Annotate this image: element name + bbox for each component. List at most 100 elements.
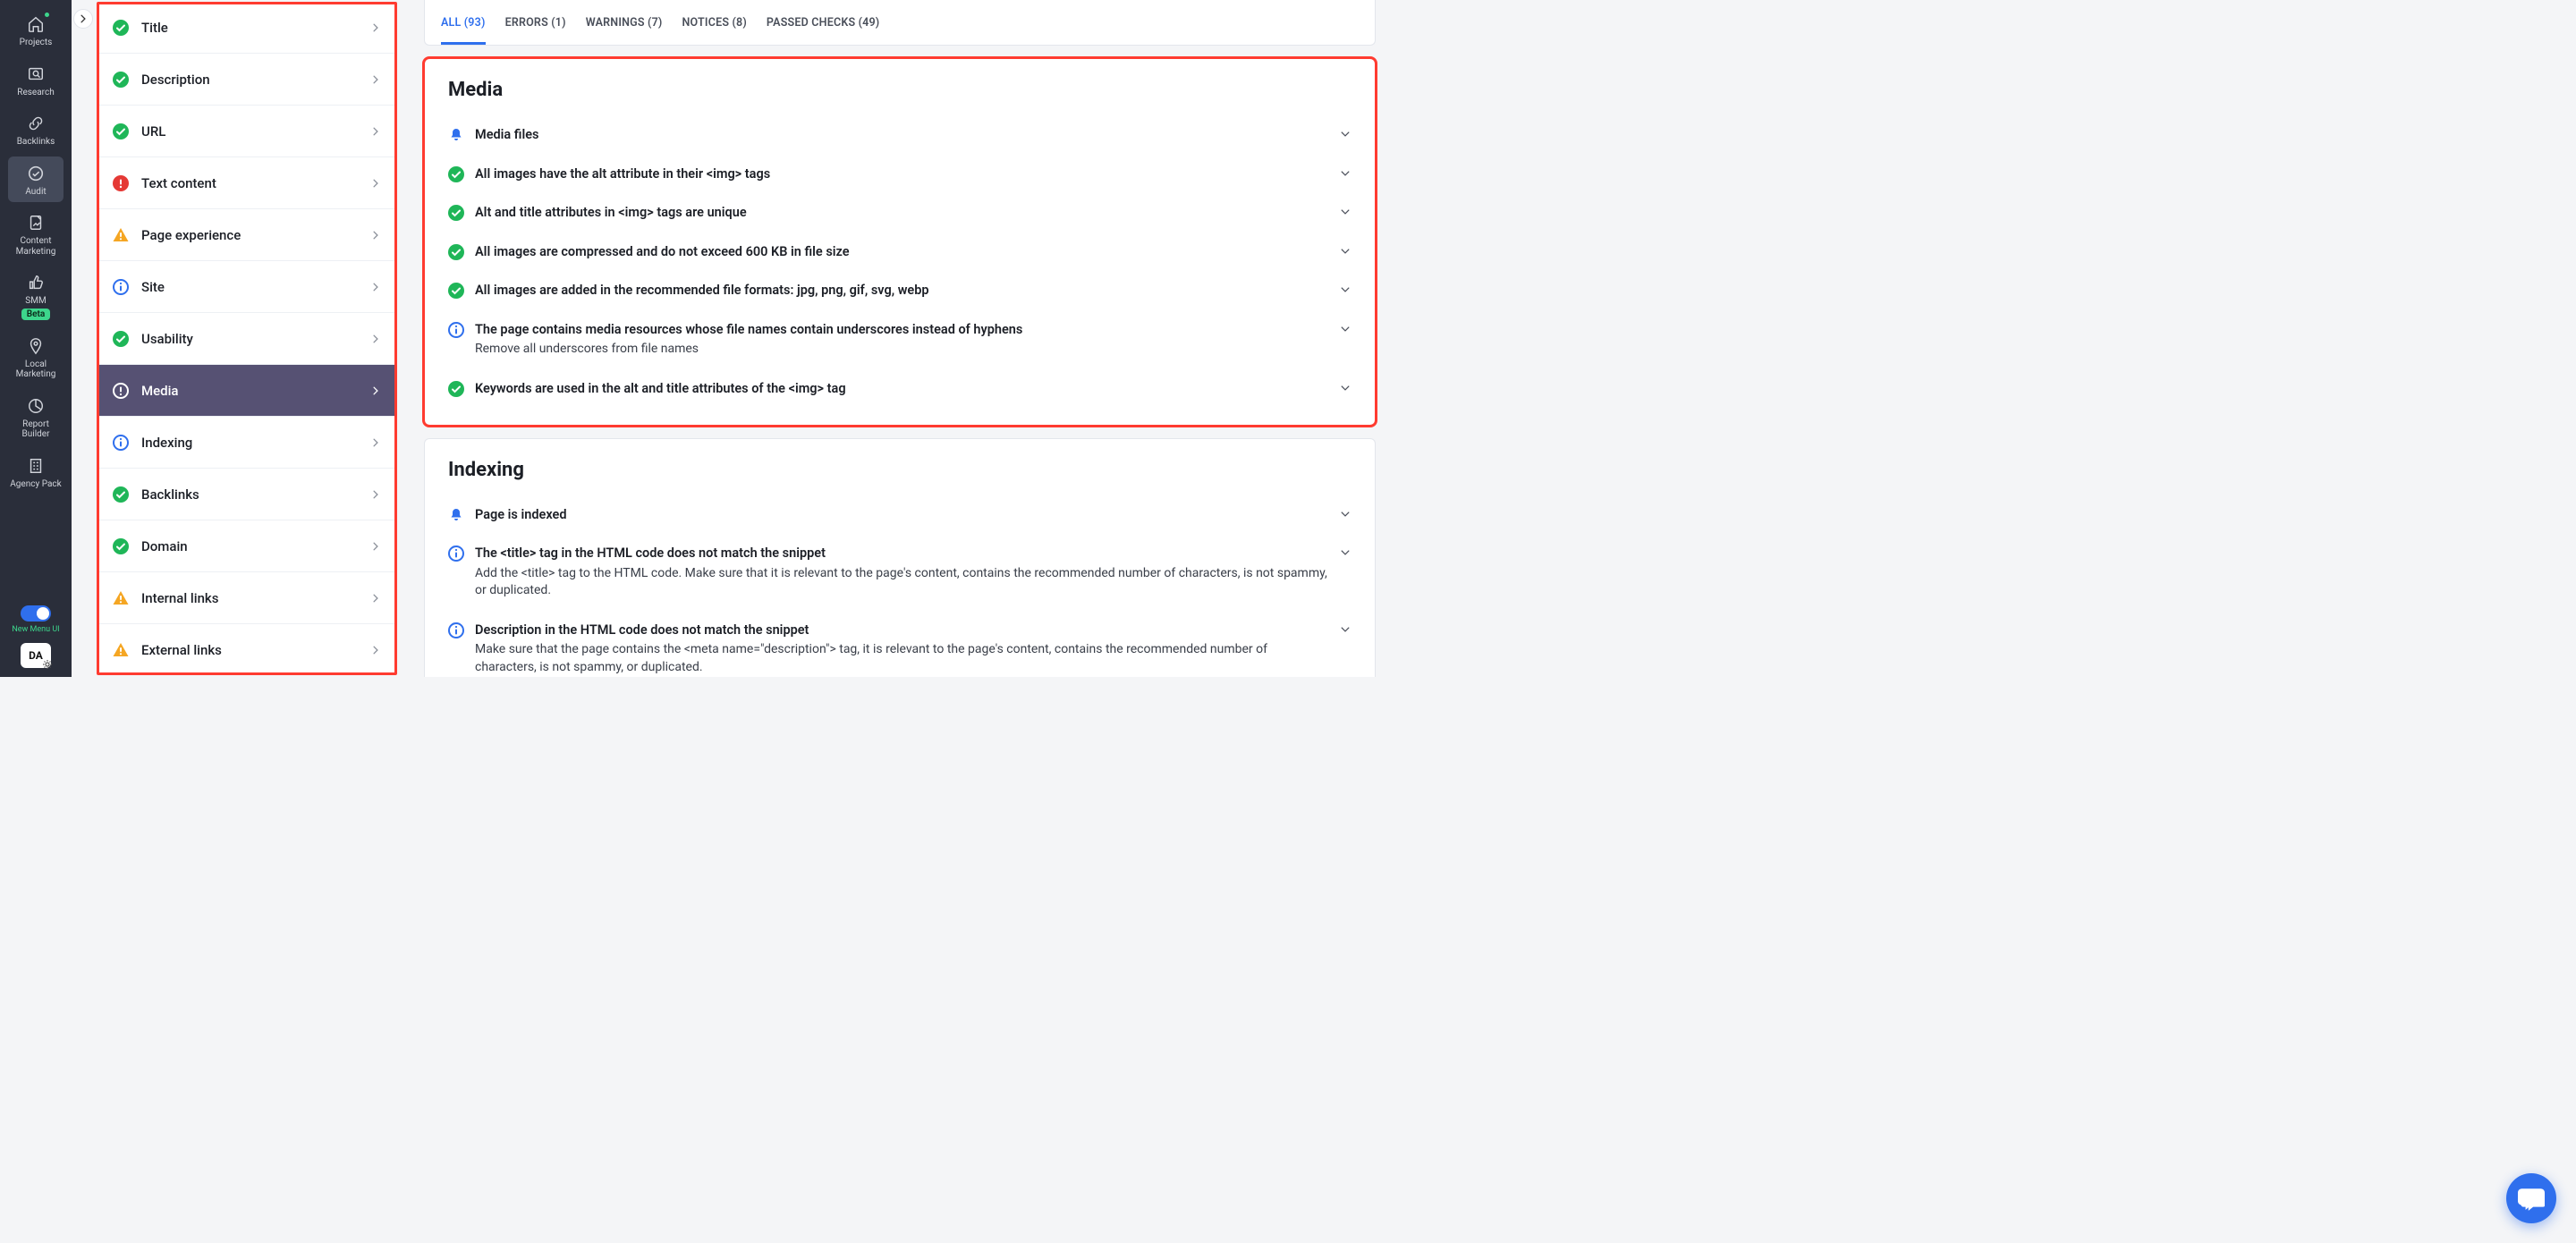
- check-row[interactable]: Page is indexed: [448, 495, 1352, 535]
- status-pass-icon: [448, 244, 464, 260]
- category-item-site[interactable]: Site: [97, 261, 396, 313]
- new-menu-toggle[interactable]: [21, 605, 51, 622]
- chevron-right-icon: [369, 644, 382, 656]
- nav-label: Report Builder: [10, 419, 62, 440]
- tab-warnings[interactable]: WARNINGS (7): [586, 0, 663, 45]
- nav-item-smm[interactable]: SMM Beta: [8, 266, 64, 326]
- check-title: The <title> tag in the HTML code does no…: [475, 545, 1332, 562]
- chevron-down-icon: [1339, 128, 1352, 140]
- nav-rail: Projects Research Backlinks Audit Content Ma…: [0, 0, 72, 677]
- new-menu-label: New Menu UI: [12, 625, 59, 634]
- chevron-right-icon: [369, 540, 382, 553]
- category-item-pagex[interactable]: Page experience: [97, 209, 396, 261]
- nav-label: Content Marketing: [10, 236, 62, 257]
- status-pass-icon: [448, 381, 464, 397]
- status-pass-icon: [448, 205, 464, 221]
- tabs-bar: ALL (93) ERRORS (1) WARNINGS (7) NOTICES (8…: [424, 0, 1376, 46]
- check-title: Media files: [475, 126, 1332, 144]
- category-item-media[interactable]: Media: [97, 365, 396, 417]
- check-row[interactable]: All images are compressed and do not exc…: [448, 233, 1352, 272]
- nav-item-backlinks[interactable]: Backlinks: [8, 106, 64, 153]
- check-title: Description in the HTML code does not ma…: [475, 622, 1332, 639]
- category-item-usability[interactable]: Usability: [97, 313, 396, 365]
- check-title: The page contains media resources whose …: [475, 321, 1332, 339]
- category-item-description[interactable]: Description: [97, 54, 396, 106]
- check-row[interactable]: The <title> tag in the HTML code does no…: [448, 534, 1352, 611]
- nav-item-content[interactable]: Content Marketing: [8, 206, 64, 262]
- category-item-url[interactable]: URL: [97, 106, 396, 157]
- category-item-sbacklinks[interactable]: Backlinks: [97, 469, 396, 520]
- category-label: Title: [141, 20, 369, 36]
- category-item-domain[interactable]: Domain: [97, 520, 396, 572]
- nav-item-report[interactable]: Report Builder: [8, 389, 64, 445]
- category-item-intlinks[interactable]: Internal links: [97, 572, 396, 624]
- gear-icon: [42, 659, 53, 670]
- category-item-extlinks[interactable]: External links: [97, 624, 396, 675]
- section-indexing: IndexingPage is indexedThe <title> tag i…: [424, 438, 1376, 677]
- sidebar-collapse-handle[interactable]: [73, 9, 93, 29]
- nav-item-projects[interactable]: Projects: [8, 7, 64, 54]
- beta-badge: Beta: [21, 309, 50, 320]
- check-row[interactable]: Alt and title attributes in <img> tags a…: [448, 193, 1352, 233]
- nav-item-local[interactable]: Local Marketing: [8, 329, 64, 385]
- status-warn-icon: [113, 227, 129, 243]
- status-pass-icon: [448, 283, 464, 299]
- report-icon: [26, 396, 46, 416]
- chevron-right-icon: [369, 21, 382, 34]
- audit-icon: [26, 164, 46, 183]
- status-notice-icon: [448, 622, 464, 638]
- check-row[interactable]: Keywords are used in the alt and title a…: [448, 369, 1352, 409]
- category-label: Description: [141, 72, 369, 88]
- da-badge[interactable]: DA: [21, 643, 51, 668]
- check-title: Keywords are used in the alt and title a…: [475, 380, 1332, 398]
- status-bell-icon: [448, 127, 464, 143]
- research-icon: [26, 64, 46, 84]
- check-row[interactable]: All images are added in the recommended …: [448, 271, 1352, 310]
- check-row[interactable]: Media files: [448, 115, 1352, 155]
- tab-all[interactable]: ALL (93): [441, 0, 486, 45]
- nav-item-audit[interactable]: Audit: [8, 156, 64, 203]
- status-pass-icon: [113, 331, 129, 347]
- chevron-down-icon: [1339, 206, 1352, 218]
- nav-label: Research: [17, 88, 54, 98]
- status-pass-icon: [113, 123, 129, 140]
- check-subtitle: Make sure that the page contains the <me…: [475, 641, 1332, 676]
- category-item-indexing[interactable]: Indexing: [97, 417, 396, 469]
- category-label: Site: [141, 279, 369, 295]
- nav-label: Local Marketing: [10, 359, 62, 380]
- chevron-down-icon: [1339, 283, 1352, 296]
- category-label: External links: [141, 642, 369, 658]
- chat-button[interactable]: [2506, 1173, 2556, 1223]
- category-item-text[interactable]: Text content: [97, 157, 396, 209]
- nav-label: Audit: [25, 187, 46, 198]
- check-title: Page is indexed: [475, 506, 1332, 524]
- check-row[interactable]: All images have the alt attribute in the…: [448, 155, 1352, 194]
- check-row[interactable]: The page contains media resources whose …: [448, 310, 1352, 369]
- nav-label: SMM: [25, 296, 46, 307]
- nav-label: Backlinks: [17, 137, 55, 148]
- projects-icon: [26, 14, 46, 34]
- tab-errors[interactable]: ERRORS (1): [505, 0, 566, 45]
- tab-notices[interactable]: NOTICES (8): [682, 0, 747, 45]
- chevron-right-icon: [369, 333, 382, 345]
- category-item-title[interactable]: Title: [97, 2, 396, 54]
- chevron-down-icon: [1339, 623, 1352, 636]
- status-error-icon: [113, 175, 129, 191]
- category-panel: Title Description URLText contentPage expe…: [97, 2, 397, 675]
- local-icon: [26, 336, 46, 356]
- agency-icon: [26, 456, 46, 476]
- check-title: All images are compressed and do not exc…: [475, 243, 1332, 261]
- chevron-right-icon: [369, 385, 382, 397]
- chevron-right-icon: [369, 488, 382, 501]
- nav-item-agency[interactable]: Agency Pack: [8, 449, 64, 495]
- section-title: Media: [448, 79, 1352, 101]
- backlinks-icon: [26, 114, 46, 133]
- category-label: Usability: [141, 331, 369, 347]
- check-title: All images are added in the recommended …: [475, 282, 1332, 300]
- chevron-down-icon: [1339, 245, 1352, 258]
- nav-item-research[interactable]: Research: [8, 57, 64, 104]
- check-row[interactable]: Description in the HTML code does not ma…: [448, 611, 1352, 677]
- status-pass-icon: [448, 166, 464, 182]
- check-subtitle: Add the <title> tag to the HTML code. Ma…: [475, 565, 1332, 600]
- tab-passed[interactable]: PASSED CHECKS (49): [767, 0, 879, 45]
